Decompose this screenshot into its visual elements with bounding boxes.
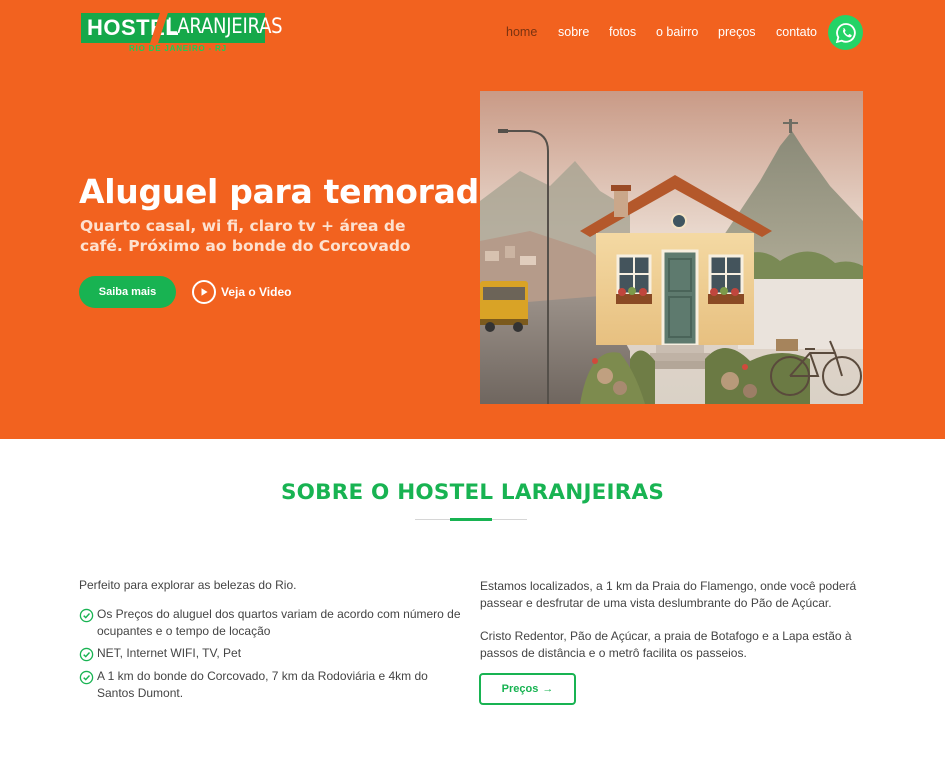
hero-title: Aluguel para temorada — [79, 172, 501, 211]
precos-button[interactable]: Preços → — [479, 673, 576, 705]
location-paragraph: Estamos localizados, a 1 km da Praia do … — [480, 579, 857, 610]
title-divider-accent — [450, 518, 492, 521]
site-logo[interactable]: HOSTEL LARANJEIRAS RIO DE JANEIRO - RJ — [81, 13, 283, 55]
feature-text: NET, Internet WIFI, TV, Pet — [97, 646, 242, 660]
about-title: SOBRE O HOSTEL LARANJEIRAS — [280, 480, 665, 505]
about-intro: Perfeito para explorar as belezas do Rio… — [79, 578, 297, 592]
hero-section: HOSTEL LARANJEIRAS RIO DE JANEIRO - RJ h… — [0, 0, 945, 439]
house-illustration — [480, 91, 863, 404]
feature-text: A 1 km do bonde do Corcovado, 7 km da Ro… — [97, 669, 428, 700]
feature-item: NET, Internet WIFI, TV, Pet — [79, 645, 464, 662]
whatsapp-icon — [835, 22, 856, 43]
attractions-paragraph: Cristo Redentor, Pão de Açúcar, a praia … — [480, 629, 852, 660]
hero-house-image — [480, 91, 863, 404]
logo-word-laranjeiras: LARANJEIRAS — [167, 14, 283, 38]
nav-o-bairro[interactable]: o bairro — [656, 25, 698, 39]
check-circle-icon — [79, 608, 94, 623]
precos-button-label: Preços — [501, 683, 539, 695]
saiba-mais-button[interactable]: Saiba mais — [79, 276, 176, 308]
nav-fotos[interactable]: fotos — [609, 25, 636, 39]
feature-item: Os Preços do aluguel dos quartos variam … — [79, 606, 464, 640]
check-circle-icon — [79, 670, 94, 685]
watch-video-link[interactable]: Veja o Video — [192, 280, 291, 304]
hero-subtitle: Quarto casal, wi fi, claro tv + área de … — [80, 217, 411, 255]
arrow-right-icon: → — [542, 683, 554, 695]
whatsapp-button[interactable] — [828, 15, 863, 50]
feature-item: A 1 km do bonde do Corcovado, 7 km da Ro… — [79, 668, 464, 702]
nav-precos[interactable]: preços — [718, 25, 756, 39]
nav-sobre[interactable]: sobre — [558, 25, 589, 39]
feature-text: Os Preços do aluguel dos quartos variam … — [97, 607, 461, 638]
play-icon — [192, 280, 216, 304]
check-circle-icon — [79, 647, 94, 662]
nav-contato[interactable]: contato — [776, 25, 817, 39]
nav-home[interactable]: home — [506, 25, 537, 39]
logo-tagline: RIO DE JANEIRO - RJ — [129, 44, 227, 53]
watch-video-label: Veja o Video — [221, 285, 292, 299]
